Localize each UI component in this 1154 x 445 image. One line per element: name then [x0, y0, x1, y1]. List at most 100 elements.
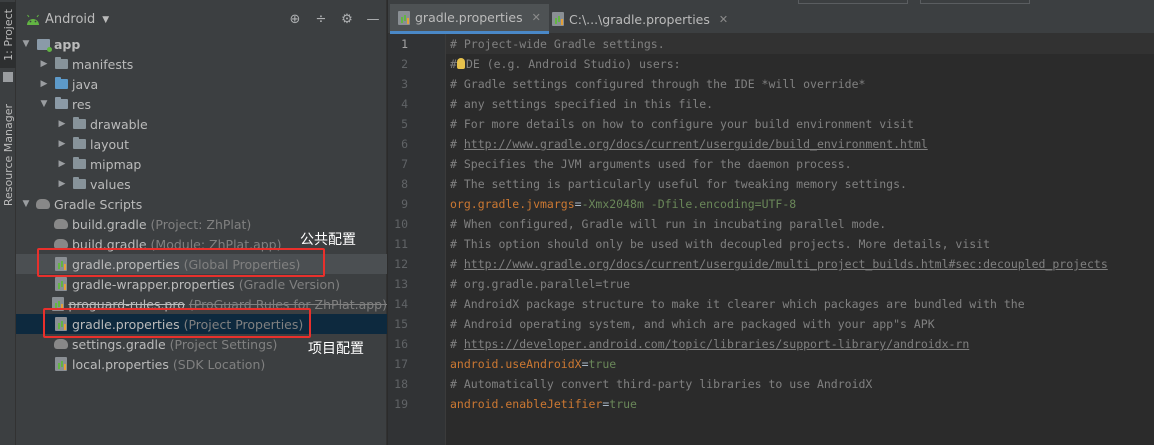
code-line[interactable]: # http://www.gradle.org/docs/current/use… [450, 254, 1108, 274]
tab-gradle-properties[interactable]: gradle.properties ✕ [390, 4, 549, 34]
locate-icon[interactable]: ⊕ [287, 11, 303, 27]
chevron-right-icon[interactable]: ▶ [38, 59, 50, 69]
code-line[interactable]: # Gradle settings configured through the… [450, 74, 1108, 94]
line-number: 4 [401, 97, 408, 111]
code-line[interactable]: # https://developer.android.com/topic/li… [450, 334, 1108, 354]
project-panel-header: Android ▼ ⊕ ÷ ⚙ — [16, 0, 387, 38]
code-comment: DE (e.g. Android Studio) users: [465, 57, 681, 71]
code-line[interactable]: # AndroidX package structure to make it … [450, 294, 1108, 314]
line-number: 2 [401, 57, 408, 71]
folder-icon [72, 157, 86, 171]
code-comment: # [450, 337, 464, 351]
collapse-icon[interactable]: ÷ [313, 11, 329, 27]
tree-item-values[interactable]: ▶ values [16, 174, 387, 194]
line-number: 17 [394, 357, 408, 371]
tree-item-hint: (Project Settings) [169, 336, 278, 352]
code-line[interactable]: android.useAndroidX=true [450, 354, 1108, 374]
folder-icon [72, 177, 86, 191]
tree-item-gradle-wrapper-properties[interactable]: gradle-wrapper.properties (Gradle Version… [16, 274, 387, 294]
code-line[interactable]: # any settings specified in this file. [450, 94, 1108, 114]
code-line[interactable]: # For more details on how to configure y… [450, 114, 1108, 134]
toolbar-button[interactable] [920, 0, 1030, 4]
chevron-down-icon[interactable]: ▼ [38, 99, 50, 109]
code-line[interactable]: # The setting is particularly useful for… [450, 174, 1108, 194]
code-line[interactable]: # Automatically convert third-party libr… [450, 374, 1108, 394]
line-number: 9 [401, 197, 408, 211]
code-comment: # org.gradle.parallel=true [450, 277, 631, 291]
code-link[interactable]: http://www.gradle.org/docs/current/userg… [464, 257, 1108, 271]
close-icon[interactable]: ✕ [719, 13, 728, 26]
chevron-right-icon[interactable]: ▶ [56, 119, 68, 129]
code-line[interactable]: # org.gradle.parallel=true [450, 274, 1108, 294]
tree-item-app[interactable]: ▼ app [16, 34, 387, 54]
tree-item-drawable[interactable]: ▶ drawable [16, 114, 387, 134]
project-properties-highlight-box [43, 308, 311, 338]
code-line[interactable]: # Project-wide Gradle settings. [450, 34, 1108, 54]
resource-manager-tab[interactable]: Resource Manager [0, 100, 16, 210]
code-line[interactable]: # DE (e.g. Android Studio) users: [450, 54, 1108, 74]
tree-item-label: manifests [72, 56, 134, 72]
gradle-elephant-icon [54, 217, 68, 231]
code-line[interactable]: # Android operating system, and which ar… [450, 314, 1108, 334]
code-link[interactable]: https://developer.android.com/topic/libr… [464, 337, 969, 351]
chevron-down-icon: ▼ [102, 14, 110, 25]
line-number: 5 [401, 117, 408, 131]
code-line[interactable]: # http://www.gradle.org/docs/current/use… [450, 134, 1108, 154]
chevron-right-icon[interactable]: ▶ [56, 159, 68, 169]
project-tool-tab-label: 1: Project [1, 9, 15, 61]
minimize-icon[interactable]: — [365, 11, 381, 27]
line-number: 6 [401, 137, 408, 151]
line-number: 8 [401, 177, 408, 191]
code-line[interactable]: android.enableJetifier=true [450, 394, 1108, 414]
code-comment: # [450, 57, 457, 71]
global-properties-highlight-box [37, 248, 325, 277]
resource-manager-tab-label: Resource Manager [1, 103, 15, 207]
editor: gradle.properties ✕ C:\...\gradle.proper… [388, 0, 1154, 445]
global-config-annotation: 公共配置 [300, 232, 356, 248]
chevron-down-icon[interactable]: ▼ [20, 39, 32, 49]
code-line[interactable]: # When configured, Gradle will run in in… [450, 214, 1108, 234]
tree-item-manifests[interactable]: ▶ manifests [16, 54, 387, 74]
folder-icon [72, 117, 86, 131]
tree-item-label: local.properties [72, 356, 169, 372]
code-comment: # Android operating system, and which ar… [450, 317, 935, 331]
code-line[interactable]: # This option should only be used with d… [450, 234, 1108, 254]
tool-window-strip: 1: Project Resource Manager [0, 0, 16, 445]
project-tool-tab[interactable]: 1: Project [0, 2, 16, 68]
tree-item-hint: (Gradle Version) [238, 276, 340, 292]
tree-item-java[interactable]: ▶ java [16, 74, 387, 94]
chevron-down-icon[interactable]: ▼ [20, 199, 32, 209]
toolbar-button[interactable] [798, 0, 908, 4]
tree-item-mipmap[interactable]: ▶ mipmap [16, 154, 387, 174]
gear-icon[interactable]: ⚙ [339, 11, 355, 27]
tree-item-layout[interactable]: ▶ layout [16, 134, 387, 154]
gradle-elephant-icon [36, 197, 50, 211]
code-line[interactable]: # Specifies the JVM arguments used for t… [450, 154, 1108, 174]
tab-label: gradle.properties [415, 10, 523, 25]
tree-item-label: layout [90, 136, 130, 152]
close-icon[interactable]: ✕ [532, 11, 541, 24]
code-line[interactable]: org.gradle.jvmargs=-Xmx2048m -Dfile.enco… [450, 194, 1108, 214]
chevron-right-icon[interactable]: ▶ [56, 139, 68, 149]
code-area[interactable]: # Project-wide Gradle settings. # DE (e.g.… [450, 34, 1108, 414]
line-number: 15 [394, 317, 408, 331]
tree-item-gradle-scripts[interactable]: ▼ Gradle Scripts [16, 194, 387, 214]
chevron-right-icon[interactable]: ▶ [38, 79, 50, 89]
properties-file-icon [398, 10, 410, 25]
tree-item-label: app [54, 36, 81, 52]
code-comment: # Specifies the JVM arguments used for t… [450, 157, 852, 171]
chevron-right-icon[interactable]: ▶ [56, 179, 68, 189]
property-separator: = [581, 357, 589, 371]
tree-item-label: gradle-wrapper.properties [72, 276, 235, 292]
view-selector[interactable]: Android ▼ [26, 12, 109, 27]
property-value: -Xmx2048m -Dfile.encoding=UTF-8 [581, 197, 797, 211]
tree-item-res[interactable]: ▼ res [16, 94, 387, 114]
code-comment: # The setting is particularly useful for… [450, 177, 907, 191]
tab-label: C:\...\gradle.properties [569, 11, 710, 27]
lightbulb-icon[interactable] [456, 58, 465, 69]
line-number: 14 [394, 297, 408, 311]
code-comment: # AndroidX package structure to make it … [450, 297, 1025, 311]
tree-item-label: res [72, 96, 92, 112]
code-link[interactable]: http://www.gradle.org/docs/current/userg… [464, 137, 928, 151]
tab-global-gradle-properties[interactable]: C:\...\gradle.properties ✕ [544, 4, 736, 34]
